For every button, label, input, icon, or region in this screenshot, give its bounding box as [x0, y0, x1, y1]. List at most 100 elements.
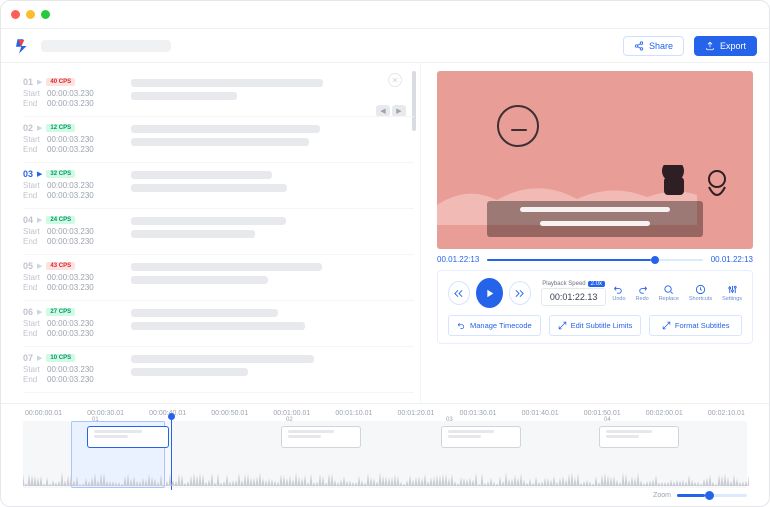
subtitle-text[interactable] [131, 307, 414, 338]
ruler-tick: 00:00:30.01 [87, 410, 124, 417]
timeline-panel: 00:00:00.0100:00:30.0100:00:40.0100:00:5… [1, 403, 769, 503]
chevron-right-icon: ▶ [37, 262, 42, 270]
speed-badge[interactable]: 2.0x [588, 281, 605, 287]
subtitle-number: 06 [23, 307, 33, 317]
end-time: 00:00:03.230 [47, 283, 94, 292]
clip-id: 01 [92, 417, 99, 423]
ruler-tick: 00:01:40.01 [522, 410, 559, 417]
export-label: Export [720, 41, 746, 51]
zoom-slider[interactable] [677, 494, 747, 497]
start-time: 00:00:03.230 [47, 181, 94, 190]
chevron-right-icon: ▶ [37, 78, 42, 86]
subtitle-number: 01 [23, 77, 33, 87]
start-time: 00:00:03.230 [47, 319, 94, 328]
ruler-tick: 00:00:50.01 [211, 410, 248, 417]
subtitle-row[interactable]: 05▶43 CPSStart00:00:03.230End00:00:03.23… [23, 255, 414, 301]
controls-panel: Playback Speed 2.0x 00:01:22.13 Undo Red… [437, 270, 753, 344]
cps-badge: 27 CPS [46, 308, 75, 316]
end-time: 00:00:03.230 [47, 237, 94, 246]
ruler-tick: 00:01:30.01 [460, 410, 497, 417]
cps-badge: 32 CPS [46, 170, 75, 178]
subtitle-number: 04 [23, 215, 33, 225]
topbar: Share Export [1, 29, 769, 63]
subtitle-row[interactable]: 07▶10 CPSStart00:00:03.230End00:00:03.23… [23, 347, 414, 393]
video-preview[interactable] [437, 71, 753, 249]
ruler-tick: 00:01:00.01 [273, 410, 310, 417]
subtitle-row[interactable]: 02▶12 CPSStart00:00:03.230End00:00:03.23… [23, 117, 414, 163]
cps-badge: 43 CPS [46, 262, 75, 270]
cps-badge: 40 CPS [46, 78, 75, 86]
total-time: 00.01.22:13 [711, 255, 753, 264]
close-dot[interactable] [11, 10, 20, 19]
subtitle-meta: 06▶27 CPSStart00:00:03.230End00:00:03.23… [23, 307, 121, 338]
ruler-tick: 00:01:50.01 [584, 410, 621, 417]
timecode-display[interactable]: 00:01:22.13 [541, 288, 607, 306]
chevron-right-icon: ▶ [37, 308, 42, 316]
window-titlebar [1, 1, 769, 29]
maximize-dot[interactable] [41, 10, 50, 19]
undo-button[interactable]: Undo [612, 284, 625, 302]
ruler-tick: 00:00:00.01 [25, 410, 62, 417]
manage-timecode-button[interactable]: Manage Timecode [448, 315, 541, 336]
start-time: 00:00:03.230 [47, 365, 94, 374]
share-label: Share [649, 41, 673, 51]
playback-speed-label: Playback Speed [542, 281, 585, 287]
project-title-placeholder [41, 40, 171, 52]
subtitle-number: 03 [23, 169, 33, 179]
minimize-dot[interactable] [26, 10, 35, 19]
subtitle-overlay [487, 201, 703, 237]
cps-badge: 10 CPS [46, 354, 75, 362]
progress-bar[interactable]: 00.01.22:13 00.01.22:13 [437, 255, 753, 264]
chevron-right-icon: ▶ [37, 216, 42, 224]
timeline-clip[interactable]: 02 [281, 426, 361, 448]
subtitle-text[interactable] [131, 261, 414, 292]
cps-badge: 24 CPS [46, 216, 75, 224]
current-time: 00.01.22:13 [437, 255, 479, 264]
replace-button[interactable]: Replace [659, 284, 679, 302]
subtitle-row[interactable]: 06▶27 CPSStart00:00:03.230End00:00:03.23… [23, 301, 414, 347]
clip-id: 03 [446, 417, 453, 423]
subtitle-text[interactable] [131, 77, 414, 108]
subtitle-text[interactable] [131, 123, 414, 154]
waveform [23, 470, 749, 486]
subtitle-row[interactable]: 01▶40 CPSStart00:00:03.230End00:00:03.23… [23, 71, 414, 117]
ruler-tick: 00:02:00.01 [646, 410, 683, 417]
subtitle-meta: 04▶24 CPSStart00:00:03.230End00:00:03.23… [23, 215, 121, 246]
subtitle-text[interactable] [131, 215, 414, 246]
export-button[interactable]: Export [694, 36, 757, 56]
end-time: 00:00:03.230 [47, 99, 94, 108]
edit-limits-button[interactable]: Edit Subtitle Limits [549, 315, 642, 336]
timeline-track[interactable]: 01 02 03 04 [23, 421, 747, 488]
subtitle-row[interactable]: 04▶24 CPSStart00:00:03.230End00:00:03.23… [23, 209, 414, 255]
progress-thumb[interactable] [651, 256, 659, 264]
clip-id: 04 [604, 417, 611, 423]
timeline-clip[interactable]: 01 [87, 426, 169, 448]
timeline-ruler[interactable]: 00:00:00.0100:00:30.0100:00:40.0100:00:5… [23, 410, 747, 421]
timeline-clip[interactable]: 04 [599, 426, 679, 448]
ruler-tick: 00:01:20.01 [397, 410, 434, 417]
subtitle-text[interactable] [131, 169, 414, 200]
share-button[interactable]: Share [623, 36, 684, 56]
start-time: 00:00:03.230 [47, 273, 94, 282]
subtitle-number: 05 [23, 261, 33, 271]
subtitle-text[interactable] [131, 353, 414, 384]
subtitle-meta: 03▶32 CPSStart00:00:03.230End00:00:03.23… [23, 169, 121, 200]
start-time: 00:00:03.230 [47, 89, 94, 98]
start-time: 00:00:03.230 [47, 227, 94, 236]
settings-button[interactable]: Settings [722, 284, 742, 302]
preview-panel: 00.01.22:13 00.01.22:13 Playback Speed 2… [421, 63, 769, 403]
skip-back-button[interactable] [448, 281, 470, 305]
shortcuts-button[interactable]: Shortcuts [689, 284, 712, 302]
subtitle-meta: 07▶10 CPSStart00:00:03.230End00:00:03.23… [23, 353, 121, 384]
skip-forward-button[interactable] [509, 281, 531, 305]
end-time: 00:00:03.230 [47, 375, 94, 384]
play-button[interactable] [476, 278, 503, 308]
timeline-clip[interactable]: 03 [441, 426, 521, 448]
format-subtitles-button[interactable]: Format Subtitles [649, 315, 742, 336]
end-time: 00:00:03.230 [47, 329, 94, 338]
chevron-right-icon: ▶ [37, 354, 42, 362]
subtitle-row[interactable]: 03▶32 CPSStart00:00:03.230End00:00:03.23… [23, 163, 414, 209]
zoom-thumb[interactable] [705, 491, 714, 500]
subtitle-number: 02 [23, 123, 33, 133]
redo-button[interactable]: Redo [636, 284, 649, 302]
